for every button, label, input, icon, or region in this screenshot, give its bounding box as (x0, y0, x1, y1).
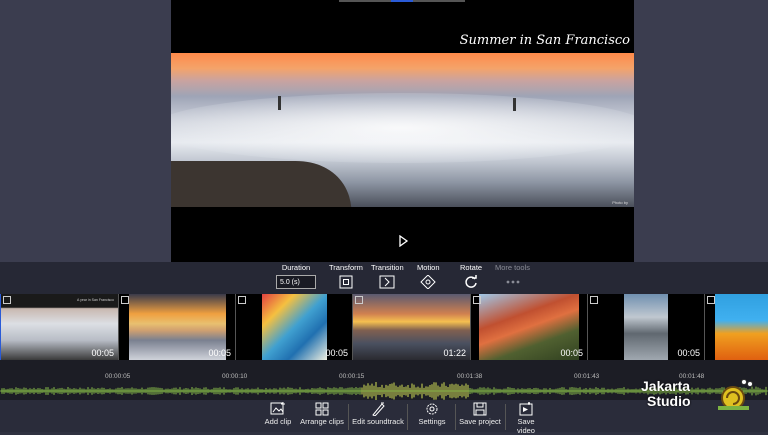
motion-button[interactable]: Motion (417, 263, 440, 289)
image-icon (590, 296, 598, 304)
toolbar-divider (348, 404, 349, 430)
more-icon (506, 280, 519, 284)
preview-frame: Photo by (171, 53, 634, 207)
settings-button[interactable]: Settings (416, 402, 448, 426)
rotate-icon (465, 275, 477, 288)
rotate-button[interactable]: Rotate (460, 263, 482, 289)
preview-progress (339, 0, 465, 2)
image-icon (238, 296, 246, 304)
gear-icon (426, 403, 438, 415)
timeline-tick: 00:01:38 (457, 373, 483, 380)
timeline-tick: 00:01:43 (574, 373, 600, 380)
image-icon (707, 296, 715, 304)
timeline-tick: 00:00:05 (105, 373, 131, 380)
clip-duration: 00:05 (677, 348, 700, 358)
jakarta-studio-logo: Jakarta Studio (641, 378, 763, 414)
add-clip-icon (270, 402, 285, 415)
edit-soundtrack-button[interactable]: Edit soundtrack (352, 402, 404, 426)
more-tools-button[interactable]: More tools (495, 263, 530, 289)
title-caption: Summer in San Francisco (459, 33, 630, 48)
storyboard-clip[interactable]: 00:05 (587, 294, 704, 360)
video-preview[interactable]: Photo by Summer in San Francisco (171, 0, 634, 262)
save-video-icon (519, 402, 533, 416)
timeline-tick: 00:00:10 (222, 373, 248, 380)
video-icon (355, 296, 363, 304)
clip-duration: 00:05 (325, 348, 348, 358)
transform-button[interactable]: Transform (329, 263, 363, 289)
transition-icon (379, 275, 395, 289)
photo-credit: Photo by (612, 200, 628, 205)
bridge-tower (278, 96, 281, 110)
image-icon (3, 296, 11, 304)
storyboard-clip[interactable] (704, 294, 768, 360)
storyboard-clip[interactable]: 00:05 (235, 294, 352, 360)
toolbar-divider (455, 404, 456, 430)
right-panel (634, 0, 768, 262)
add-clip-button[interactable]: Add clip (262, 402, 294, 426)
motion-icon (420, 275, 436, 289)
grid-icon (315, 402, 329, 416)
transition-button[interactable]: Transition (371, 263, 404, 289)
left-panel (0, 0, 171, 262)
duration-input[interactable]: 5.0 (s) (276, 275, 316, 289)
storyboard-clip[interactable]: A year in San Francisco 00:05 (0, 294, 119, 360)
clip-duration: 00:05 (560, 348, 583, 358)
clip-duration: 00:05 (91, 348, 114, 358)
soundtrack-icon (372, 402, 385, 416)
save-icon (473, 402, 487, 416)
storyboard-clip[interactable]: 00:05 (470, 294, 587, 360)
clip-caption: A year in San Francisco (77, 298, 114, 302)
clip-duration: 01:22 (443, 348, 466, 358)
timeline-tick: 00:00:15 (339, 373, 365, 380)
snail-mascot-icon (718, 379, 753, 410)
storyboard-clip[interactable]: 00:05 (118, 294, 235, 360)
duration-tool[interactable]: Duration 5.0 (s) (276, 263, 316, 289)
arrange-clips-button[interactable]: Arrange clips (300, 402, 344, 426)
bridge-tower (513, 98, 516, 111)
save-project-button[interactable]: Save project (459, 402, 501, 426)
transform-icon (339, 275, 353, 289)
save-video-button[interactable]: Save video (508, 402, 544, 435)
storyboard-clip[interactable]: 01:22 (352, 294, 471, 360)
image-icon (121, 296, 129, 304)
image-icon (473, 296, 481, 304)
toolbar-divider (505, 404, 506, 430)
play-icon[interactable] (397, 235, 409, 247)
clip-duration: 00:05 (208, 348, 231, 358)
toolbar-divider (407, 404, 408, 430)
